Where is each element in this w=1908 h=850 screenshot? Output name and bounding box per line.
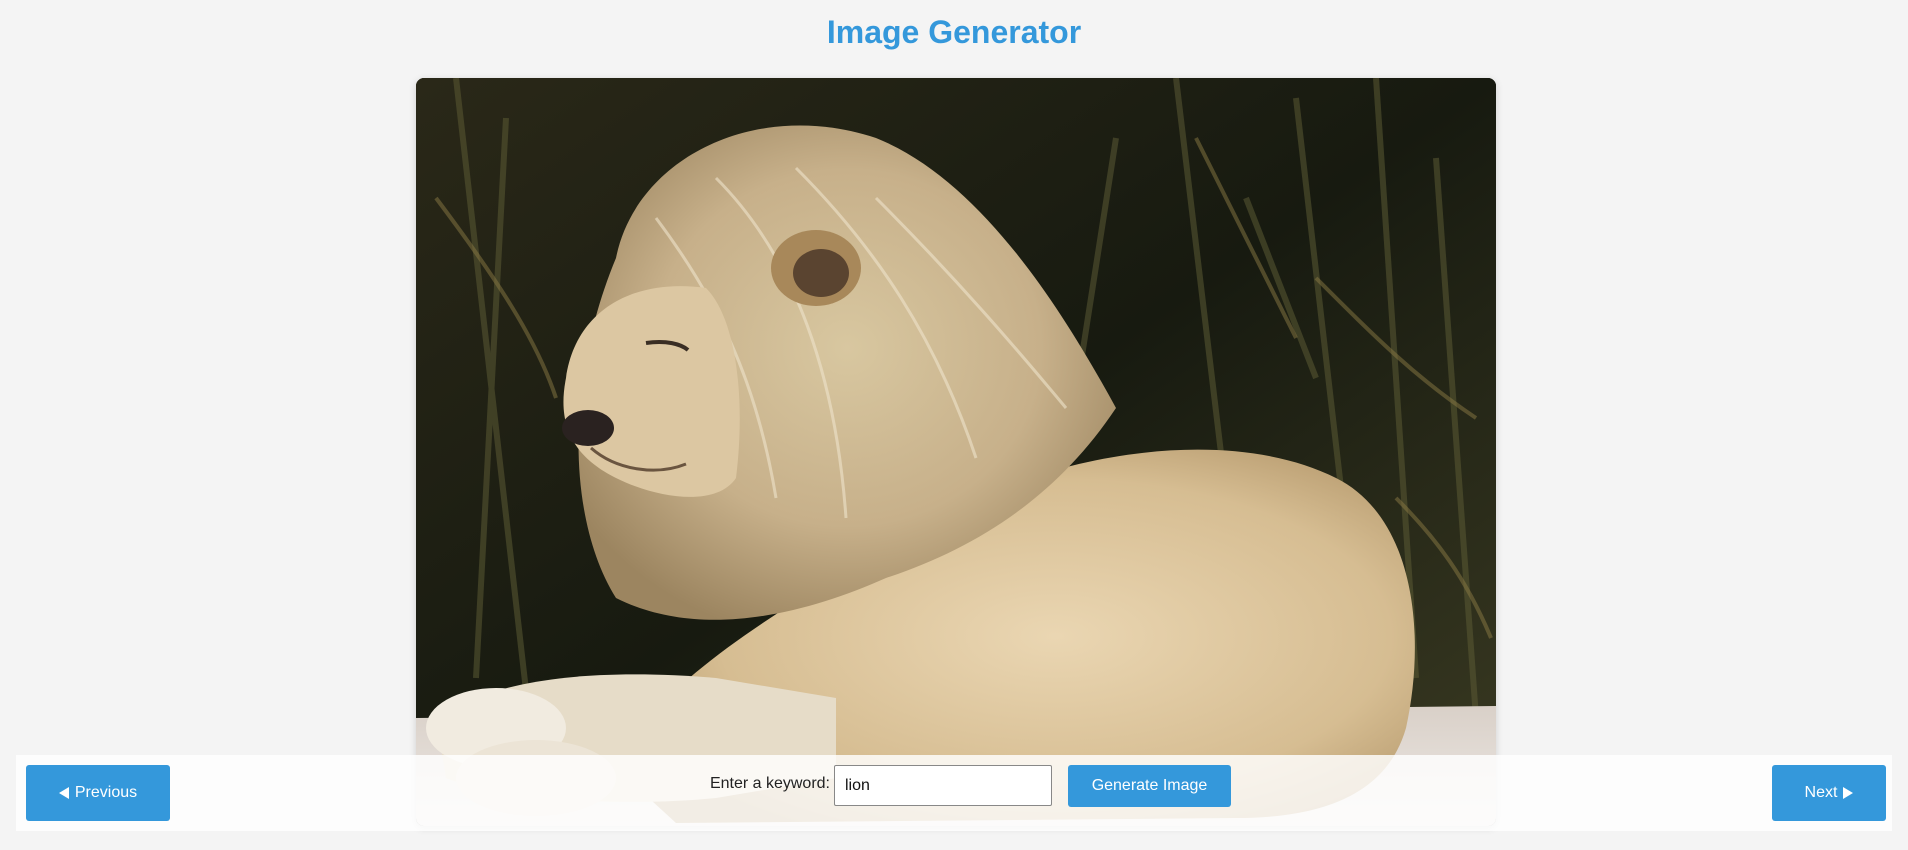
previous-button[interactable]: Previous: [26, 765, 170, 821]
page-title: Image Generator: [826, 14, 1082, 50]
keyword-input[interactable]: [834, 765, 1052, 806]
generate-label: Generate Image: [1091, 777, 1208, 794]
triangle-left-icon: [58, 787, 69, 799]
lion-image: [416, 78, 1496, 826]
triangle-right-icon: [1843, 787, 1854, 799]
next-label: Next: [1804, 784, 1838, 801]
page: Image Generator Previous Enter a keyword…: [0, 0, 1908, 850]
generated-image: [416, 78, 1496, 826]
previous-label: Previous: [74, 784, 138, 801]
next-button[interactable]: Next: [1772, 765, 1886, 821]
generate-image-button[interactable]: Generate Image: [1068, 765, 1231, 807]
keyword-label: Enter a keyword:: [709, 775, 830, 792]
